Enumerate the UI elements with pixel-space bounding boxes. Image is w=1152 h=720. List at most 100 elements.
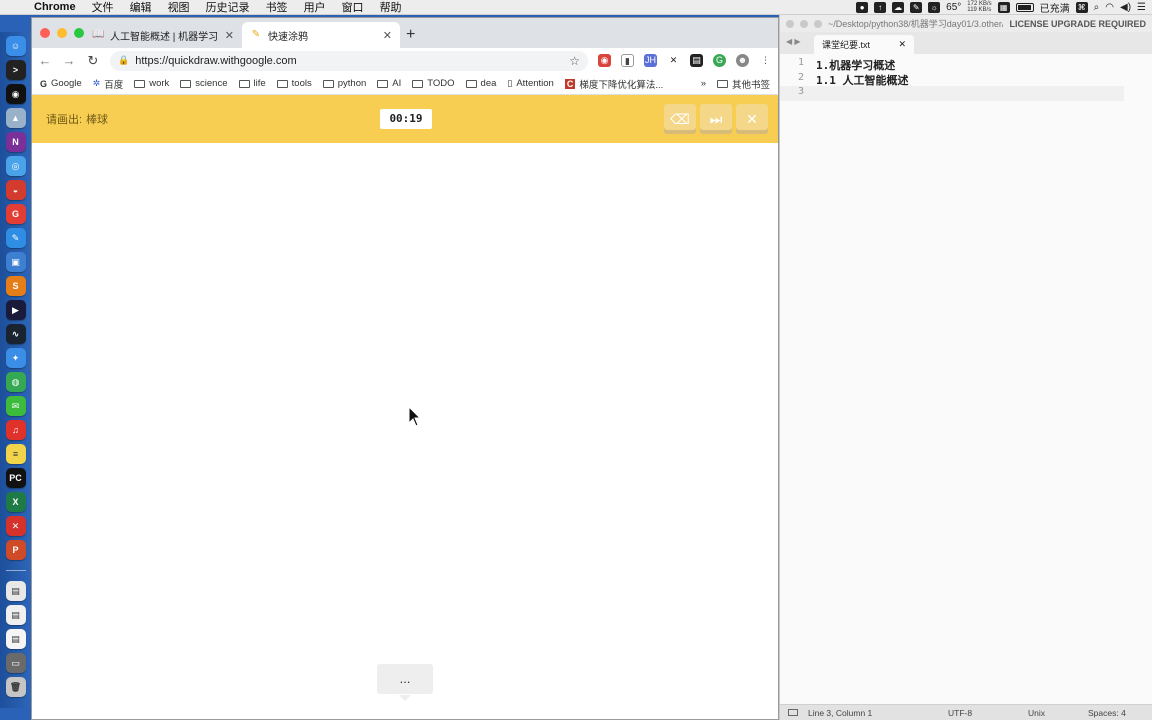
line-endings-label[interactable]: Unix bbox=[1028, 708, 1088, 718]
temperature-label[interactable]: 65° bbox=[946, 2, 961, 13]
dock-music-icon[interactable]: ♫ bbox=[5, 420, 26, 440]
volume-icon[interactable]: ◀) bbox=[1120, 2, 1131, 13]
bookmark-item[interactable]: work bbox=[134, 78, 169, 89]
extension-bookmark-icon[interactable]: ▮ bbox=[621, 54, 634, 67]
editor-tab[interactable]: 课堂纪要.txt ✕ bbox=[814, 35, 914, 54]
dock-excel-icon[interactable]: X bbox=[5, 492, 26, 512]
input-method-icon[interactable]: ⌘ bbox=[1075, 1, 1088, 13]
zoom-window-button[interactable] bbox=[814, 19, 822, 28]
indentation-label[interactable]: Spaces: 4 bbox=[1088, 708, 1126, 718]
url-text[interactable]: https://quickdraw.withgoogle.com bbox=[135, 55, 563, 67]
address-bar[interactable]: 🔒 https://quickdraw.withgoogle.com ☆ bbox=[110, 50, 588, 71]
notification-center-icon[interactable]: ☰ bbox=[1137, 2, 1146, 13]
close-tab-icon[interactable]: ✕ bbox=[898, 39, 906, 50]
dock-document-icon[interactable]: ▤ bbox=[5, 581, 26, 601]
menu-file[interactable]: 文件 bbox=[84, 0, 122, 15]
menu-view[interactable]: 视图 bbox=[160, 0, 198, 15]
dock-preview-icon[interactable]: ▲ bbox=[5, 108, 26, 128]
menu-people[interactable]: 用户 bbox=[296, 0, 334, 15]
close-window-button[interactable] bbox=[786, 19, 794, 28]
app-menu[interactable]: Chrome bbox=[26, 1, 84, 13]
bookmark-item[interactable]: tools bbox=[276, 78, 312, 89]
dock-screen-icon[interactable]: ▭ bbox=[5, 653, 26, 673]
battery-icon[interactable] bbox=[1015, 2, 1034, 12]
other-bookmarks-folder[interactable]: 其他书签 bbox=[716, 77, 770, 91]
menu-edit[interactable]: 编辑 bbox=[122, 0, 160, 15]
dock-vpn-icon[interactable]: ◒ bbox=[5, 180, 26, 200]
upload-status-icon[interactable]: ↑ bbox=[874, 1, 887, 13]
bookmark-item[interactable]: G Google bbox=[40, 78, 82, 89]
bookmark-item[interactable]: ▯ Attention bbox=[507, 78, 553, 89]
tab-quickdraw[interactable]: ✎ 快速涂鸦 ✕ bbox=[242, 22, 400, 48]
bookmark-item[interactable]: AI bbox=[377, 78, 401, 89]
minimize-window-button[interactable] bbox=[800, 19, 808, 28]
profile-avatar[interactable]: ☻ bbox=[736, 54, 749, 67]
dock-stocks-icon[interactable]: ∿ bbox=[5, 324, 26, 344]
dock-terminal-icon[interactable]: > bbox=[5, 60, 26, 80]
dock-chrome-icon[interactable]: ◍ bbox=[5, 372, 26, 392]
new-tab-button[interactable]: + bbox=[406, 26, 415, 48]
dock-quicktime-icon[interactable]: ▶ bbox=[5, 300, 26, 320]
bookmark-item[interactable]: life bbox=[238, 78, 266, 89]
dock-maps-icon[interactable]: ◎ bbox=[5, 156, 26, 176]
dock-wechat-icon[interactable]: ✉ bbox=[5, 396, 26, 416]
menu-history[interactable]: 历史记录 bbox=[198, 0, 258, 15]
extension-store-icon[interactable]: ▤ bbox=[690, 54, 703, 67]
extension-grammarly-icon[interactable]: G bbox=[713, 54, 726, 67]
close-tab-icon[interactable]: ✕ bbox=[383, 29, 392, 42]
dock-onenote-icon[interactable]: N bbox=[5, 132, 26, 152]
dock-document-icon[interactable]: ▤ bbox=[5, 629, 26, 649]
dock-finder-icon[interactable]: ☺ bbox=[5, 36, 26, 56]
clear-canvas-button[interactable]: ⌫ bbox=[664, 104, 696, 134]
close-window-button[interactable] bbox=[40, 28, 50, 38]
back-icon[interactable]: ← bbox=[38, 53, 52, 68]
editor-text-area[interactable]: 1 1.机器学习概述 2 1.1 人工智能概述 3 bbox=[780, 54, 1152, 101]
bookmark-item[interactable]: science bbox=[180, 78, 228, 89]
dock-netease-icon[interactable]: G bbox=[5, 204, 26, 224]
dock-document-icon[interactable]: ▤ bbox=[5, 605, 26, 625]
dock-virtualbox-icon[interactable]: ▣ bbox=[5, 252, 26, 272]
extension-jh-icon[interactable]: JH bbox=[644, 54, 657, 67]
skip-button[interactable]: ⏭ bbox=[700, 104, 732, 134]
bookmark-item[interactable]: TODO bbox=[412, 78, 455, 89]
tab-nav-arrows-icon[interactable]: ◀ ▶ bbox=[786, 37, 801, 46]
bookmark-item[interactable]: C 梯度下降优化算法... bbox=[564, 77, 663, 91]
dock-trash-icon[interactable]: 🗑 bbox=[5, 677, 26, 697]
dock-pencil-icon[interactable]: ✎ bbox=[5, 228, 26, 248]
encoding-label[interactable]: UTF-8 bbox=[948, 708, 1028, 718]
lock-icon[interactable]: 🔒 bbox=[118, 55, 129, 66]
weather-status-icon[interactable]: ☼ bbox=[928, 1, 941, 13]
dock-pycharm-icon[interactable]: PC bbox=[5, 468, 26, 488]
drawing-canvas[interactable]: ... bbox=[32, 143, 778, 719]
dock-xmind-icon[interactable]: ✕ bbox=[5, 516, 26, 536]
forward-icon[interactable]: → bbox=[62, 53, 76, 68]
wechat-status-icon[interactable]: ● bbox=[856, 1, 869, 13]
monitor-status-icon[interactable]: ▦ bbox=[997, 1, 1010, 13]
bookmark-item[interactable]: ✲ 百度 bbox=[93, 77, 124, 91]
line-text[interactable]: 1.1 人工智能概述 bbox=[816, 72, 909, 87]
evernote-status-icon[interactable]: ✎ bbox=[910, 1, 923, 13]
bookmarks-overflow-button[interactable]: » bbox=[701, 78, 706, 89]
search-icon[interactable]: ⌕ bbox=[1094, 2, 1100, 13]
tab-ai-overview[interactable]: 📖 人工智能概述 | 机器学习（常用 ✕ bbox=[84, 22, 242, 48]
dock-safari-icon[interactable]: ✦ bbox=[5, 348, 26, 368]
line-text[interactable]: 1.机器学习概述 bbox=[816, 57, 895, 72]
dock-notes-icon[interactable]: ≡ bbox=[5, 444, 26, 464]
reload-icon[interactable]: ↻ bbox=[86, 53, 100, 69]
menu-bookmarks[interactable]: 书签 bbox=[258, 0, 296, 15]
bookmark-item[interactable]: dea bbox=[465, 78, 496, 89]
minimize-window-button[interactable] bbox=[57, 28, 67, 38]
extension-x-icon[interactable]: ✕ bbox=[667, 54, 680, 67]
dock-activity-icon[interactable]: ◉ bbox=[5, 84, 26, 104]
menu-window[interactable]: 窗口 bbox=[334, 0, 372, 15]
dock-sublime-icon[interactable]: S bbox=[5, 276, 26, 296]
extension-translate-icon[interactable]: ◉ bbox=[598, 54, 611, 67]
wifi-icon[interactable]: ◠ bbox=[1105, 2, 1114, 13]
bookmark-star-icon[interactable]: ☆ bbox=[569, 54, 580, 68]
bookmark-item[interactable]: python bbox=[322, 78, 366, 89]
zoom-window-button[interactable] bbox=[74, 28, 84, 38]
close-game-button[interactable]: ✕ bbox=[736, 104, 768, 134]
license-notice[interactable]: LICENSE UPGRADE REQUIRED bbox=[1009, 19, 1146, 29]
menu-help[interactable]: 帮助 bbox=[372, 0, 410, 15]
dock-powerpoint-icon[interactable]: P bbox=[5, 540, 26, 560]
